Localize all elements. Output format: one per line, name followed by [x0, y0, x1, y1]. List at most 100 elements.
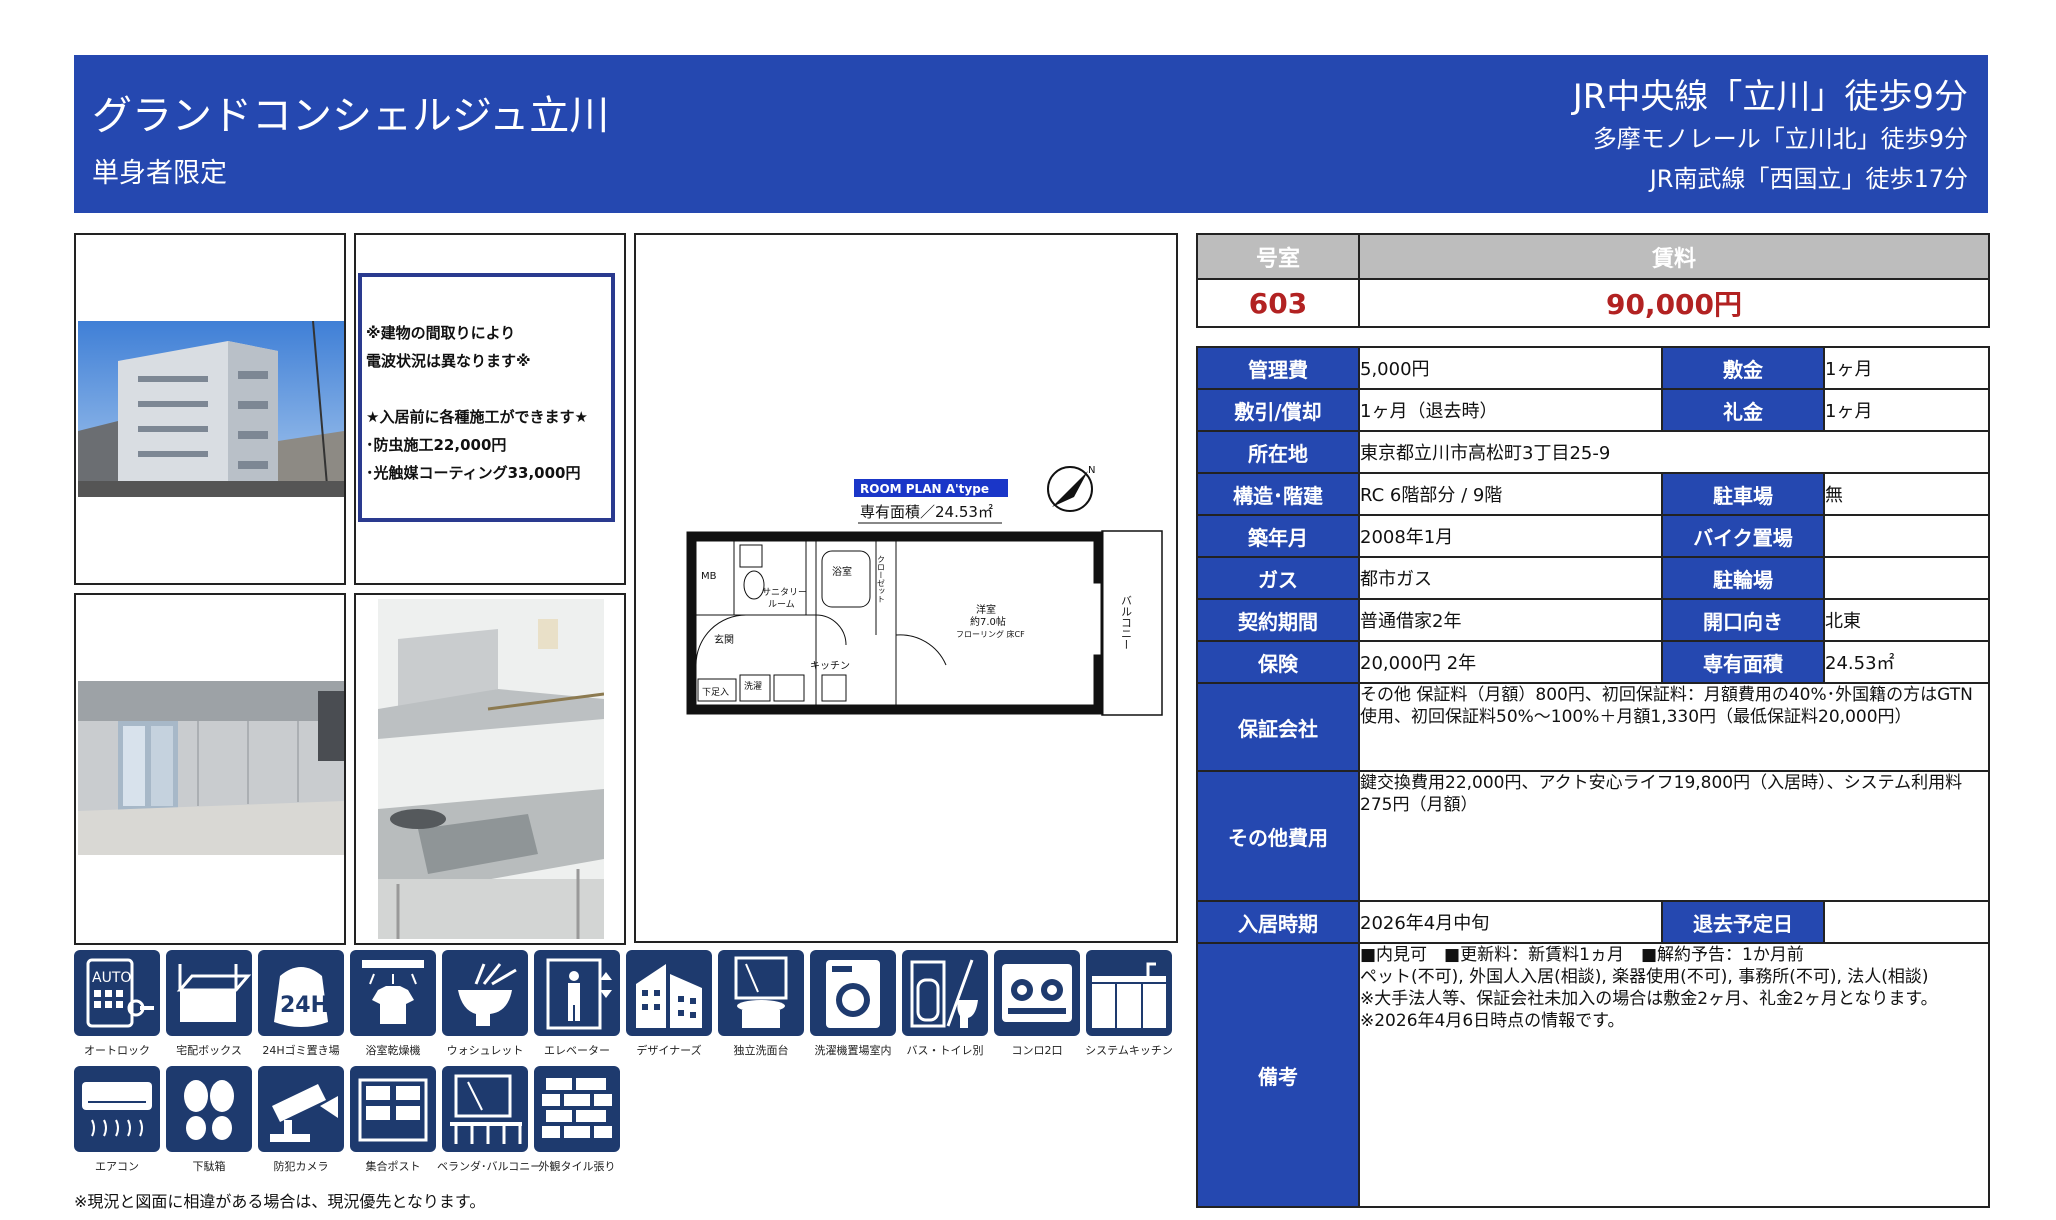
svg-text:フローリング 床CF: フローリング 床CF	[956, 629, 1025, 639]
shoe-box-icon	[166, 1066, 252, 1152]
svg-text:約7.0帖: 約7.0帖	[970, 615, 1006, 628]
address-value: 東京都立川市高松町3丁目25-9	[1358, 430, 1990, 474]
amenity-label: バス・トイレ別	[906, 1044, 984, 1057]
shikibiki-label: 敷引/償却	[1196, 388, 1360, 432]
svg-text:AUTO: AUTO	[92, 970, 131, 986]
address-label: 所在地	[1196, 430, 1360, 474]
shikibiki-value: 1ヶ月（退去時）	[1358, 388, 1663, 432]
security-camera-icon	[258, 1066, 344, 1152]
deposit-value: 1ヶ月	[1823, 346, 1990, 390]
contract-value: 普通借家2年	[1358, 598, 1663, 642]
interior-photo-panel	[74, 593, 346, 945]
amenity-label: コンロ2口	[1011, 1044, 1063, 1057]
property-condition: 単身者限定	[92, 158, 227, 189]
interior-photo	[78, 681, 344, 855]
move-in-value: 2026年4月中旬	[1358, 900, 1663, 944]
amenity-label: 24Hゴミ置き場	[262, 1044, 340, 1057]
gas-value: 都市ガス	[1358, 556, 1663, 600]
delivery-box-icon	[166, 950, 252, 1036]
floor-area-label: 専有面積	[1661, 640, 1825, 684]
structure-label: 構造･階建	[1196, 472, 1360, 516]
kitchen-photo-panel	[354, 593, 626, 945]
amenity-label: 外観タイル張り	[538, 1160, 616, 1173]
other-fees-value: 鍵交換費用22,000円、アクト安心ライフ19,800円（入居時）、システム利用…	[1358, 770, 1990, 902]
separate-bath-toilet-icon	[902, 950, 988, 1036]
svg-text:N: N	[1088, 465, 1095, 476]
deposit-label: 敷金	[1661, 346, 1825, 390]
remarks-label: 備考	[1196, 942, 1360, 1208]
remarks-line: ※大手法人等、保証会社未加入の場合は敷金2ヶ月、礼金2ヶ月となります。	[1360, 989, 1938, 1009]
property-name: グランドコンシェルジュ立川	[92, 93, 610, 139]
built-date-value: 2008年1月	[1358, 514, 1663, 558]
svg-text:クローゼット: クローゼット	[877, 555, 886, 603]
station-2: 多摩モノレール「立川北」徒歩9分	[1592, 125, 1968, 153]
balcony-icon	[442, 1066, 528, 1152]
management-fee-label: 管理費	[1196, 346, 1360, 390]
insurance-label: 保険	[1196, 640, 1360, 684]
washer-space-icon	[810, 950, 896, 1036]
svg-text:浴室: 浴室	[832, 565, 852, 578]
footer-note: ※現況と図面に相違がある場合は、現況優先となります。	[74, 1192, 486, 1211]
amenity-label: ウォシュレット	[446, 1044, 524, 1057]
compass-icon: N	[1047, 465, 1095, 512]
bike-parking-value	[1823, 514, 1990, 558]
notice-line: ･防虫施工22,000円	[366, 436, 507, 454]
remarks-line: ■内見可 ■更新料：新賃料1ヵ月 ■解約予告：1か月前	[1360, 945, 1804, 965]
room-number-value: 603	[1196, 278, 1360, 328]
svg-text:洗濯: 洗濯	[744, 680, 762, 692]
air-conditioner-icon	[74, 1066, 160, 1152]
svg-text:ルーム: ルーム	[768, 599, 795, 610]
amenity-label: エレベーター	[544, 1044, 610, 1057]
floor-plan-area: 専有面積／24.53㎡	[860, 503, 993, 521]
notice-line	[366, 375, 605, 403]
svg-text:キッチン: キッチン	[810, 660, 850, 672]
system-kitchen-icon	[1086, 950, 1172, 1036]
exterior-photo-panel	[74, 233, 346, 585]
remarks-line: ペット(不可), 外国人入居(相談), 楽器使用(不可), 事務所(不可), 法…	[1360, 967, 1929, 987]
bicycle-parking-label: 駐輪場	[1661, 556, 1825, 600]
key-money-value: 1ヶ月	[1823, 388, 1990, 432]
insurance-value: 20,000円 2年	[1358, 640, 1663, 684]
direction-value: 北東	[1823, 598, 1990, 642]
amenity-label: エアコン	[95, 1160, 139, 1173]
elevator-icon	[534, 950, 620, 1036]
guarantor-label: 保証会社	[1196, 682, 1360, 772]
parking-label: 駐車場	[1661, 472, 1825, 516]
notice-line: ★入居前に各種施工ができます★	[366, 408, 588, 426]
bathroom-dryer-icon	[350, 950, 436, 1036]
station-3: JR南武線「西国立」徒歩17分	[1649, 165, 1968, 193]
amenity-label: ベランダ･バルコニー	[437, 1160, 542, 1173]
amenity-label: 浴室乾燥機	[365, 1044, 421, 1057]
notice-line: 電波状況は異なります※	[366, 352, 531, 370]
notice-line: ･光触媒コーティング33,000円	[366, 464, 581, 482]
amenity-label: 洗濯機置場室内	[814, 1044, 892, 1057]
autolock-icon: AUTO	[74, 950, 160, 1036]
contract-label: 契約期間	[1196, 598, 1360, 642]
rent-summary-table: 号室 賃料 603 90,000円	[1196, 233, 1990, 328]
garbage-24h-icon: 24H	[258, 950, 344, 1036]
mailbox-icon	[350, 1066, 436, 1152]
property-details-table: 管理費 5,000円 敷金 1ヶ月 敷引/償却 1ヶ月（退去時） 礼金 1ヶ月 …	[1196, 346, 1990, 1208]
amenity-label: 下駄箱	[192, 1160, 226, 1173]
rent-value: 90,000円	[1358, 278, 1990, 328]
tile-exterior-icon	[534, 1066, 620, 1152]
floor-plan-badge: ROOM PLAN A'type	[860, 482, 989, 496]
built-date-label: 築年月	[1196, 514, 1360, 558]
gas-label: ガス	[1196, 556, 1360, 600]
direction-label: 開口向き	[1661, 598, 1825, 642]
notice-line: ※建物の間取りにより	[366, 324, 516, 342]
amenity-label: 集合ポスト	[365, 1160, 421, 1173]
svg-text:24H: 24H	[280, 993, 329, 1018]
svg-text:MB: MB	[701, 571, 717, 582]
property-header: グランドコンシェルジュ立川 単身者限定 JR中央線「立川」徒歩9分 多摩モノレー…	[74, 55, 1988, 213]
notice-panel: ※建物の間取りにより 電波状況は異なります※ ★入居前に各種施工ができます★ ･…	[354, 233, 626, 585]
rent-header: 賃料	[1358, 233, 1990, 280]
svg-text:洋室: 洋室	[976, 603, 996, 616]
guarantor-value: その他 保証料（月額）800円、初回保証料：月額費用の40%･外国籍の方はGTN…	[1358, 682, 1990, 772]
amenity-label: デザイナーズ	[636, 1044, 702, 1057]
move-out-label: 退去予定日	[1661, 900, 1825, 944]
washlet-icon	[442, 950, 528, 1036]
management-fee-value: 5,000円	[1358, 346, 1663, 390]
floor-plan: ROOM PLAN A'type 専有面積／24.53㎡ N MB サニタリー …	[686, 465, 1163, 716]
svg-text:バルコニー: バルコニー	[1120, 595, 1133, 650]
